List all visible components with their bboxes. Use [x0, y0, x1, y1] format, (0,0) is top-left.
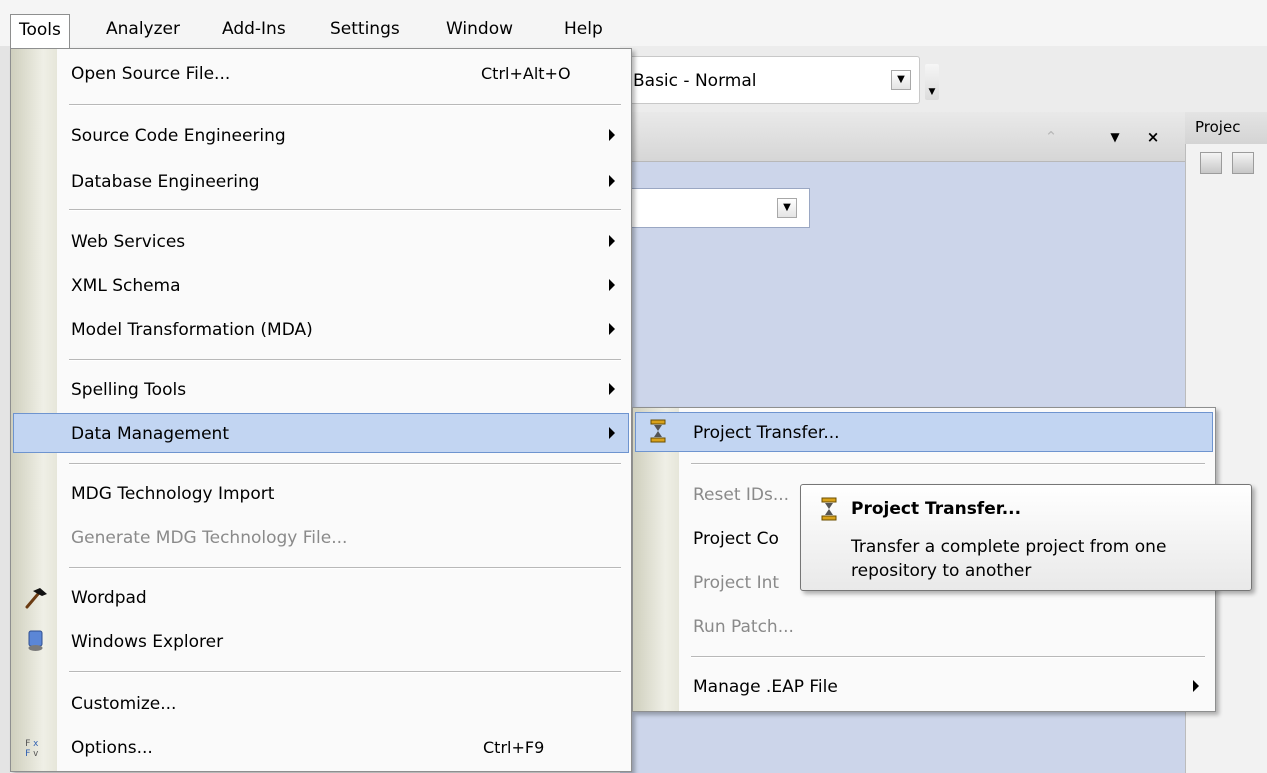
menu-item-label: Project Int [693, 573, 780, 593]
menu-item-source-code-engineering[interactable]: Source Code Engineering [13, 115, 629, 155]
menu-item-label: Spelling Tools [71, 380, 187, 400]
panel-header: ⌃ ▼ × [620, 112, 1185, 162]
menu-item-shortcut: Ctrl+F9 [483, 738, 545, 757]
submenu-arrow-icon [609, 175, 615, 187]
panel-combo-dropdown-button[interactable]: ▼ [777, 198, 797, 218]
submenu-arrow-icon [609, 129, 615, 141]
toolbar-grip[interactable]: ▼ [925, 64, 939, 100]
menu-item-label: MDG Technology Import [71, 484, 275, 504]
new-item-icon[interactable] [1200, 152, 1222, 174]
panel-menu-icon[interactable]: ▼ [1104, 126, 1126, 148]
menu-item-label: Data Management [71, 424, 229, 444]
menu-item-mdg-technology-import[interactable]: MDG Technology Import [13, 473, 629, 513]
menu-item-label: Web Services [71, 232, 186, 252]
svg-text:v: v [33, 749, 38, 759]
menu-item-label: XML Schema [71, 276, 181, 296]
menu-item-label: Run Patch... [693, 617, 794, 637]
close-icon[interactable]: × [1142, 126, 1164, 148]
menu-item-model-transformation[interactable]: Model Transformation (MDA) [13, 309, 629, 349]
menu-tools[interactable]: Tools [10, 14, 70, 48]
menu-separator [691, 656, 1205, 658]
menu-item-label: Open Source File... [71, 64, 231, 84]
menu-item-label: Project Co [693, 529, 779, 549]
menu-item-label: Options... [71, 738, 153, 758]
menu-item-label: Project Transfer... [693, 423, 840, 443]
menu-item-label: Manage .EAP File [693, 677, 838, 697]
menu-separator [69, 104, 621, 106]
menu-separator [69, 209, 621, 211]
menu-gutter [11, 49, 57, 771]
menu-analyzer[interactable]: Analyzer [98, 14, 188, 44]
menu-item-options[interactable]: F x F v Options... Ctrl+F9 [13, 727, 629, 767]
menu-separator [691, 463, 1205, 465]
svg-text:x: x [33, 739, 39, 749]
menu-window-label: Window [446, 19, 514, 39]
perspective-combo[interactable]: Basic - Normal ▼ [620, 56, 920, 104]
submenu-arrow-icon [609, 323, 615, 335]
menu-item-shortcut: Ctrl+Alt+O [481, 64, 571, 83]
menu-separator [69, 671, 621, 673]
menu-settings-label: Settings [330, 19, 400, 39]
menu-separator [69, 567, 621, 569]
menu-item-run-patch[interactable]: Run Patch... [635, 606, 1213, 646]
left-edge [0, 46, 10, 773]
menu-item-label: Model Transformation (MDA) [71, 320, 313, 340]
submenu-arrow-icon [609, 427, 615, 439]
explorer-icon [28, 630, 43, 651]
menu-item-label: Windows Explorer [71, 632, 224, 652]
tools-menu: Open Source File... Ctrl+Alt+O Source Co… [10, 48, 632, 772]
tooltip: Project Transfer... Transfer a complete … [800, 484, 1252, 591]
tooltip-body: Transfer a complete project from one rep… [851, 537, 1167, 581]
menu-item-manage-eap-file[interactable]: Manage .EAP File [635, 666, 1213, 706]
menu-item-label: Source Code Engineering [71, 126, 286, 146]
submenu-arrow-icon [609, 383, 615, 395]
menu-settings[interactable]: Settings [322, 14, 408, 44]
menu-item-project-transfer[interactable]: Project Transfer... [635, 412, 1213, 452]
menu-separator [69, 463, 621, 465]
menu-analyzer-label: Analyzer [106, 19, 180, 39]
collapse-up-icon[interactable]: ⌃ [1040, 126, 1062, 148]
menu-item-label: Wordpad [71, 588, 147, 608]
menu-bar: Tools Analyzer Add-Ins Settings Window H… [0, 0, 1267, 48]
tooltip-title: Project Transfer... [851, 499, 1022, 519]
panel-combo[interactable]: ▼ [620, 188, 810, 228]
options-icon: F x F v [25, 739, 39, 759]
menu-item-customize[interactable]: Customize... [13, 683, 629, 723]
menu-help[interactable]: Help [556, 14, 611, 44]
new-item-icon-2[interactable] [1232, 152, 1254, 174]
perspective-dropdown-button[interactable]: ▼ [891, 70, 911, 90]
right-panel-title: Projec [1185, 112, 1267, 144]
menu-item-spelling-tools[interactable]: Spelling Tools [13, 369, 629, 409]
menu-separator [69, 359, 621, 361]
hammer-icon [25, 588, 47, 609]
menu-item-windows-explorer[interactable]: Windows Explorer [13, 621, 629, 661]
menu-item-database-engineering[interactable]: Database Engineering [13, 161, 629, 201]
menu-tools-label: Tools [19, 20, 61, 40]
menu-item-label: Customize... [71, 694, 177, 714]
submenu-arrow-icon [609, 235, 615, 247]
menu-item-label: Database Engineering [71, 172, 260, 192]
menu-add-ins-label: Add-Ins [222, 19, 286, 39]
submenu-arrow-icon [609, 279, 615, 291]
menu-item-label: Reset IDs... [693, 485, 790, 505]
menu-window[interactable]: Window [438, 14, 521, 44]
menu-help-label: Help [564, 19, 603, 39]
menu-item-open-source-file[interactable]: Open Source File... Ctrl+Alt+O [13, 53, 629, 93]
menu-item-data-management[interactable]: Data Management [13, 413, 629, 453]
menu-item-wordpad[interactable]: Wordpad [13, 577, 629, 617]
perspective-combo-value: Basic - Normal [633, 71, 757, 91]
menu-item-web-services[interactable]: Web Services [13, 221, 629, 261]
menu-item-label: Generate MDG Technology File... [71, 528, 348, 548]
menu-item-generate-mdg-technology-file[interactable]: Generate MDG Technology File... [13, 517, 629, 557]
submenu-arrow-icon [1193, 680, 1199, 692]
svg-text:F: F [25, 739, 30, 749]
svg-text:F: F [25, 749, 30, 759]
menu-add-ins[interactable]: Add-Ins [214, 14, 294, 44]
project-transfer-icon [821, 497, 837, 521]
menu-item-xml-schema[interactable]: XML Schema [13, 265, 629, 305]
project-transfer-icon [650, 419, 666, 443]
